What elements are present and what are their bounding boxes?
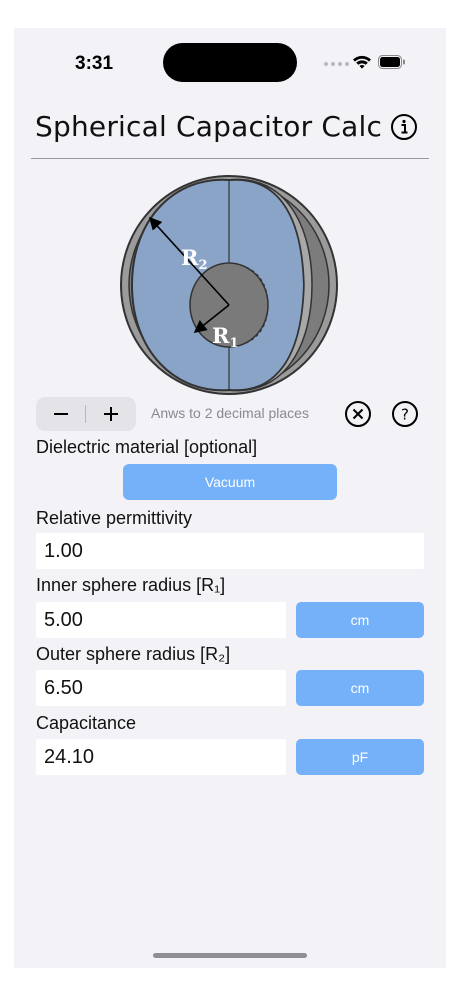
capacitance-input[interactable]: 24.10 [36,739,286,775]
decimal-stepper [36,397,136,431]
help-icon[interactable]: ? [391,400,419,428]
permittivity-input[interactable]: 1.00 [36,533,424,569]
inner-radius-label: Inner sphere radius [R₁] [36,575,226,595]
status-bar: 3:31 [14,28,446,98]
wifi-icon [353,55,371,69]
dielectric-label: Dielectric material [optional] [36,437,258,457]
inner-radius-unit-button[interactable]: cm [296,602,424,638]
increment-button[interactable] [86,397,136,431]
capacitance-label: Capacitance [36,713,137,733]
inner-radius-input[interactable]: 5.00 [36,602,286,638]
status-time: 3:31 [75,53,114,74]
outer-radius-unit-button[interactable]: cm [296,670,424,706]
status-icons [324,54,414,72]
decrement-button[interactable] [36,397,86,431]
app-screen: 3:31 Spherical Capacitor Calc R2 R1 Anws… [14,28,446,968]
dielectric-material-button[interactable]: Vacuum [123,464,337,500]
spherical-capacitor-diagram: R2 R1 [120,175,338,395]
title-divider [31,158,429,159]
outer-radius-label: Outer sphere radius [R₂] [36,644,231,664]
clear-icon[interactable] [344,400,372,428]
home-indicator[interactable] [153,953,307,958]
dynamic-island [163,43,297,82]
decimal-places-label: Anws to 2 decimal places [151,405,309,421]
cellular-signal-icon [324,62,349,66]
page-title: Spherical Capacitor Calc [35,110,383,143]
info-icon[interactable] [390,113,418,141]
svg-text:?: ? [401,406,409,424]
permittivity-label: Relative permittivity [36,508,193,528]
battery-icon [378,55,405,69]
outer-radius-input[interactable]: 6.50 [36,670,286,706]
capacitance-unit-button[interactable]: pF [296,739,424,775]
